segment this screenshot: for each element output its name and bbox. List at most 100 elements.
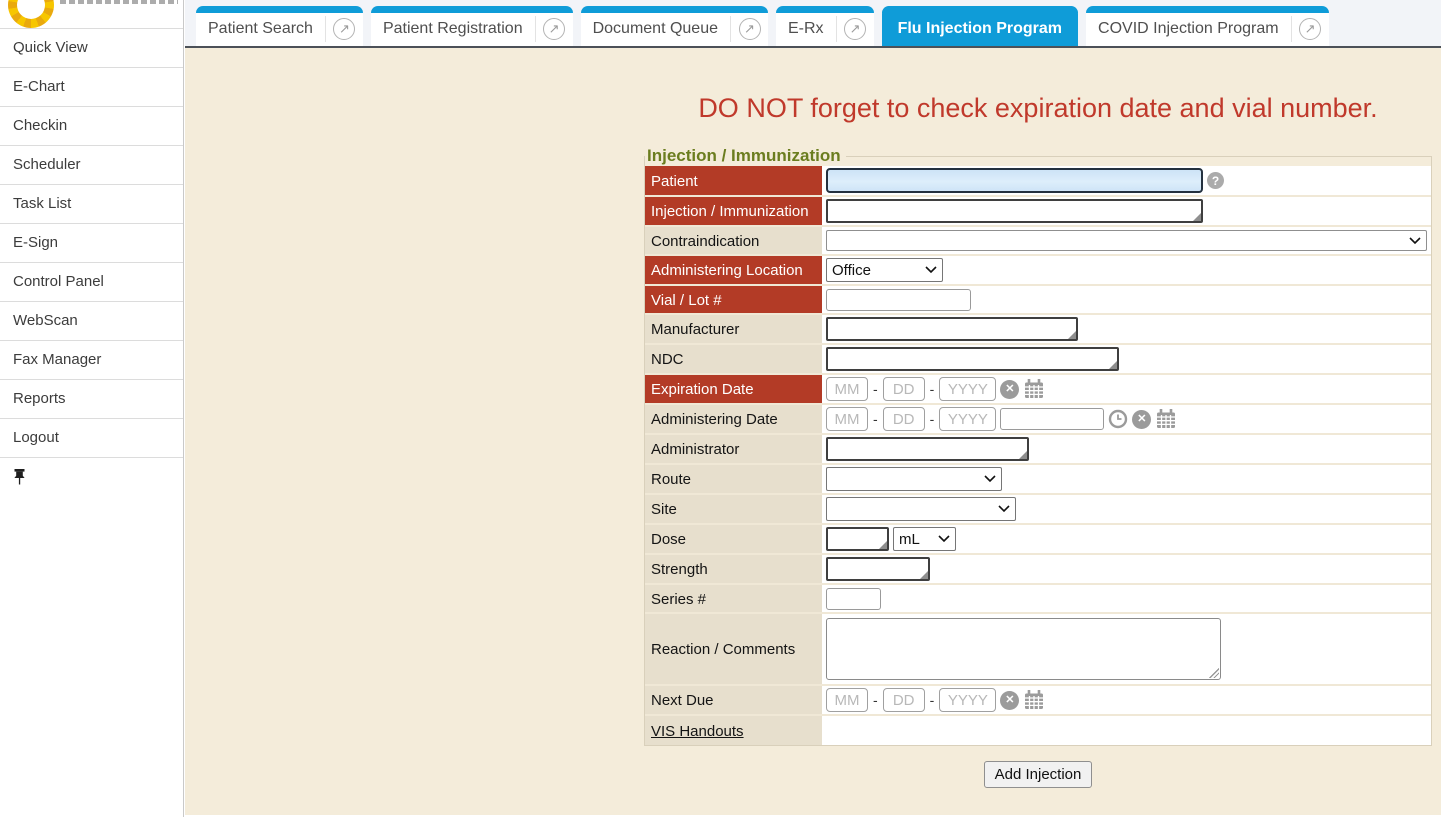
expiration-month-input[interactable] [826, 377, 868, 401]
help-icon[interactable]: ? [1207, 172, 1224, 189]
field-label-dose: Dose [645, 525, 822, 553]
patient-input[interactable] [826, 168, 1203, 193]
field-label-vis-handouts: VIS Handouts [645, 716, 822, 745]
chevron-down-icon [925, 266, 937, 274]
clear-date-icon[interactable]: ✕ [1000, 691, 1019, 710]
external-link-icon: ↗ [1299, 18, 1321, 40]
sidebar-item-e-chart[interactable]: E-Chart [0, 67, 183, 106]
form-row-reaction-comments: Reaction / Comments [645, 614, 1431, 686]
date-separator: - [930, 692, 935, 708]
field-label-reaction-comments: Reaction / Comments [645, 614, 822, 684]
sidebar-item-control-panel[interactable]: Control Panel [0, 262, 183, 301]
expiration-year-input[interactable] [939, 377, 996, 401]
tab-open-iconbox[interactable]: ↗ [1291, 16, 1329, 42]
next-due-month-input[interactable] [826, 688, 868, 712]
tab-label: E-Rx [776, 20, 836, 38]
dose-input[interactable] [826, 527, 889, 551]
tab-open-iconbox[interactable]: ↗ [325, 16, 363, 42]
form-row-administrator: Administrator [645, 435, 1431, 465]
tab-open-iconbox[interactable]: ↗ [836, 16, 874, 42]
next-due-year-input[interactable] [939, 688, 996, 712]
contraindication-select[interactable] [826, 230, 1427, 251]
strength-input[interactable] [826, 557, 930, 581]
external-link-icon: ↗ [739, 18, 761, 40]
administering-day-input[interactable] [883, 407, 925, 431]
form-row-ndc: NDC [645, 345, 1431, 375]
route-select[interactable] [826, 467, 1002, 491]
ndc-input[interactable] [826, 347, 1119, 371]
clear-date-icon[interactable]: ✕ [1000, 380, 1019, 399]
date-separator: - [873, 381, 878, 397]
tab-open-iconbox[interactable]: ↗ [730, 16, 768, 42]
expiration-day-input[interactable] [883, 377, 925, 401]
administering-time-input[interactable] [1000, 408, 1104, 430]
tab-covid-injection-program[interactable]: COVID Injection Program ↗ [1086, 6, 1329, 46]
calendar-icon[interactable] [1023, 689, 1045, 711]
calendar-icon[interactable] [1023, 378, 1045, 400]
calendar-icon[interactable] [1155, 408, 1177, 430]
tab-open-iconbox[interactable]: ↗ [535, 16, 573, 42]
date-separator: - [930, 411, 935, 427]
form-row-manufacturer: Manufacturer [645, 315, 1431, 345]
field-label-series: Series # [645, 585, 822, 612]
logo-sun-icon [8, 0, 54, 28]
form-row-vis-handouts: VIS Handouts [645, 716, 1431, 745]
clear-date-icon[interactable]: ✕ [1132, 410, 1151, 429]
tab-flu-injection-program[interactable]: Flu Injection Program [882, 6, 1078, 46]
manufacturer-input[interactable] [826, 317, 1078, 341]
injection-immunization-input[interactable] [826, 199, 1203, 223]
sidebar-item-quick-view[interactable]: Quick View [0, 28, 183, 67]
vis-handouts-link[interactable]: VIS Handouts [651, 723, 744, 740]
date-separator: - [930, 381, 935, 397]
chevron-down-icon [1409, 237, 1421, 245]
external-link-icon: ↗ [333, 18, 355, 40]
logo-text-cutoff [60, 0, 178, 4]
tab-patient-search[interactable]: Patient Search ↗ [196, 6, 363, 46]
sidebar-item-scheduler[interactable]: Scheduler [0, 145, 183, 184]
site-select[interactable] [826, 497, 1016, 521]
form-row-administering-location: Administering Location Office [645, 256, 1431, 286]
tab-label: Patient Registration [371, 20, 535, 38]
form-row-injection: Injection / Immunization [645, 197, 1431, 227]
sidebar-item-logout[interactable]: Logout [0, 418, 183, 457]
sidebar-item-fax-manager[interactable]: Fax Manager [0, 340, 183, 379]
field-label-injection: Injection / Immunization [645, 197, 822, 225]
select-value: mL [899, 531, 920, 548]
field-label-administering-date: Administering Date [645, 405, 822, 433]
dose-unit-select[interactable]: mL [893, 527, 956, 551]
field-label-ndc: NDC [645, 345, 822, 373]
form-row-series: Series # [645, 585, 1431, 614]
external-link-icon: ↗ [844, 18, 866, 40]
reaction-comments-input[interactable] [826, 618, 1221, 680]
administering-month-input[interactable] [826, 407, 868, 431]
external-link-icon: ↗ [543, 18, 565, 40]
form-row-route: Route [645, 465, 1431, 495]
select-value: Office [832, 262, 871, 279]
tab-e-rx[interactable]: E-Rx ↗ [776, 6, 874, 46]
sidebar-item-checkin[interactable]: Checkin [0, 106, 183, 145]
administrator-input[interactable] [826, 437, 1029, 461]
sidebar-item-task-list[interactable]: Task List [0, 184, 183, 223]
clock-icon[interactable] [1108, 409, 1128, 429]
date-separator: - [873, 692, 878, 708]
series-number-input[interactable] [826, 588, 881, 610]
next-due-day-input[interactable] [883, 688, 925, 712]
field-label-route: Route [645, 465, 822, 493]
field-label-contraindication: Contraindication [645, 227, 822, 254]
injection-immunization-fieldset: Injection / Immunization Patient ? Injec… [644, 146, 1432, 746]
tab-document-queue[interactable]: Document Queue ↗ [581, 6, 768, 46]
field-label-site: Site [645, 495, 822, 523]
administering-year-input[interactable] [939, 407, 996, 431]
sidebar-item-webscan[interactable]: WebScan [0, 301, 183, 340]
vial-lot-input[interactable] [826, 289, 971, 311]
sidebar-item-reports[interactable]: Reports [0, 379, 183, 418]
form-row-vial-lot: Vial / Lot # [645, 286, 1431, 315]
sidebar-pin-row [0, 457, 183, 496]
tab-patient-registration[interactable]: Patient Registration ↗ [371, 6, 573, 46]
add-injection-button[interactable]: Add Injection [984, 761, 1093, 788]
sidebar: Quick View E-Chart Checkin Scheduler Tas… [0, 0, 184, 817]
pushpin-icon[interactable] [13, 469, 26, 485]
sidebar-item-e-sign[interactable]: E-Sign [0, 223, 183, 262]
field-label-administering-location: Administering Location [645, 256, 822, 284]
administering-location-select[interactable]: Office [826, 258, 943, 282]
